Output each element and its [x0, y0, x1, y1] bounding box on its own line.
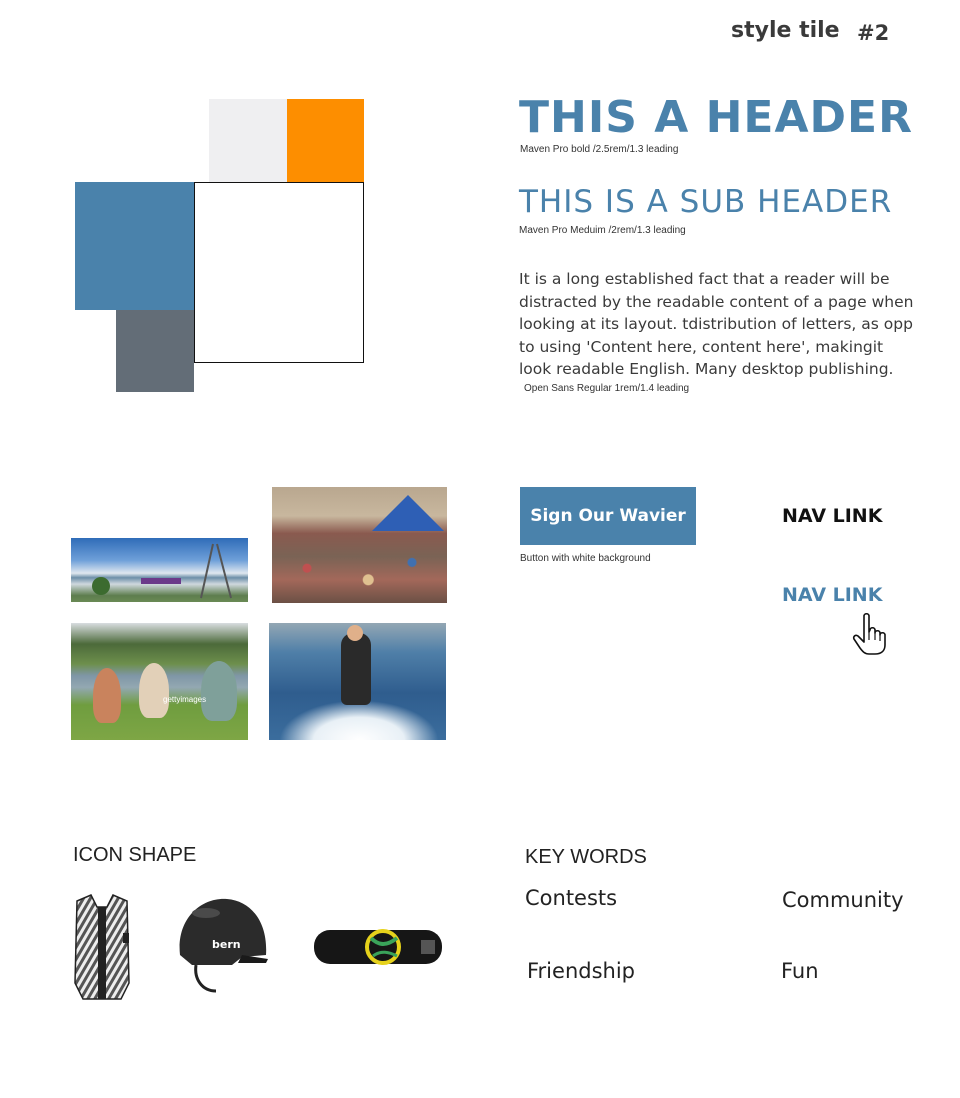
rider-head [347, 625, 363, 641]
swatch-light [209, 99, 287, 182]
style-tile-title: style tile [731, 18, 840, 43]
keyword-fun: Fun [781, 959, 819, 983]
life-vest-icon [74, 894, 130, 1000]
subheader-spec-note: Maven Pro Meduim /2rem/1.3 leading [519, 225, 686, 236]
hand-pointer-icon [852, 612, 886, 655]
photo-wakepark-lake [71, 538, 248, 602]
friend-figure [139, 663, 169, 718]
helmet-icon: bern [179, 898, 268, 993]
keyword-community: Community [782, 888, 904, 912]
photo-watermark: gettyimages [163, 695, 207, 704]
wakepark-tower-icon [92, 543, 232, 599]
swatch-white [194, 182, 364, 363]
nav-link-hover[interactable]: NAV LINK [782, 584, 882, 606]
helmet-brand: bern [212, 938, 241, 951]
friend-figure [93, 668, 121, 723]
photo-crowd-event [272, 487, 447, 603]
wakeboard-icon [314, 929, 442, 965]
body-spec-note: Open Sans Regular 1rem/1.4 leading [524, 383, 690, 394]
header-sample: THIS A HEADER [519, 92, 913, 143]
subheader-sample: THIS IS A SUB HEADER [519, 184, 893, 220]
friend-figure [201, 661, 237, 721]
photo-friends-lakeside: gettyimages [71, 623, 248, 740]
header-spec-note: Maven Pro bold /2.5rem/1.3 leading [520, 144, 679, 155]
sign-waiver-button[interactable]: Sign Our Wavier [520, 487, 696, 545]
key-words-heading: KEY WORDS [525, 846, 647, 868]
keyword-friendship: Friendship [527, 959, 635, 983]
rider-figure [341, 633, 371, 705]
photo-wakeboarder [269, 623, 446, 740]
body-text-sample: It is a long established fact that a rea… [519, 270, 914, 378]
swatch-gray [116, 310, 194, 392]
swatch-blue [75, 182, 194, 310]
event-tent-icon [372, 495, 444, 531]
water-splash [279, 700, 439, 740]
button-spec-note: Button with white background [520, 553, 651, 564]
keyword-contests: Contests [525, 886, 618, 910]
style-tile-number: #2 [857, 21, 890, 45]
icon-shape-heading: ICON SHAPE [73, 844, 197, 866]
swatch-orange [287, 99, 364, 182]
nav-link-default[interactable]: NAV LINK [782, 505, 882, 527]
